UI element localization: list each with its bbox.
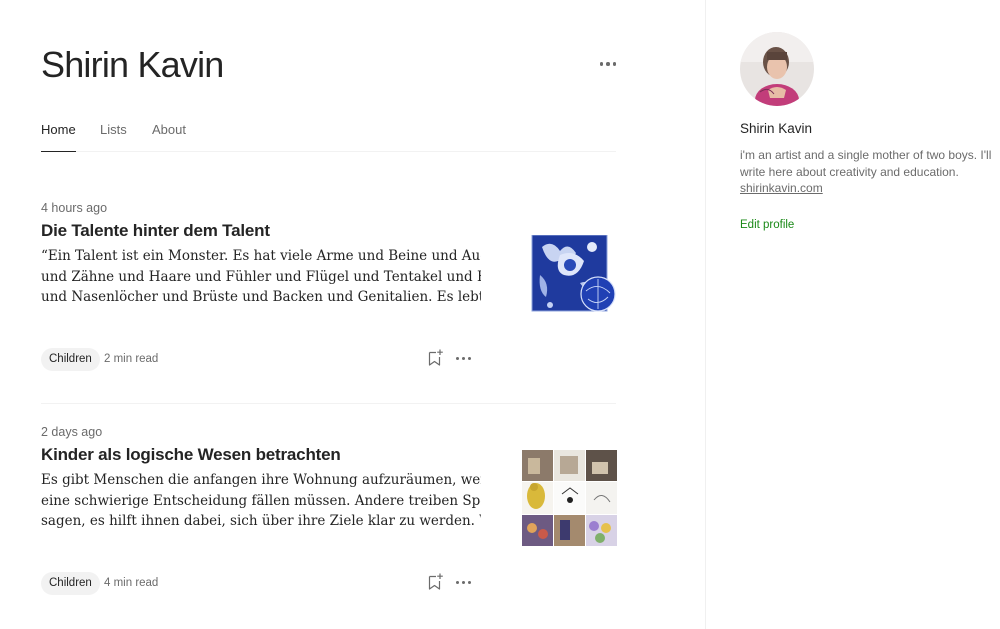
article-tag[interactable]: Children bbox=[41, 572, 100, 595]
bio-line: write here about creativity and educatio… bbox=[740, 164, 959, 179]
excerpt-line: und Nasenlöcher und Brüste und Backen un… bbox=[41, 289, 481, 305]
avatar[interactable] bbox=[740, 32, 814, 106]
tab-lists[interactable]: Lists bbox=[100, 122, 127, 152]
profile-tabs: Home Lists About bbox=[41, 120, 616, 152]
article-excerpt[interactable]: Es gibt Menschen die anfangen ihre Wohnu… bbox=[41, 470, 481, 532]
read-time: 4 min read bbox=[104, 577, 159, 589]
article-card[interactable]: 2 days ago Kinder als logische Wesen bet… bbox=[41, 425, 617, 605]
more-horizontal-icon bbox=[599, 62, 617, 66]
profile-title: Shirin Kavin bbox=[41, 44, 224, 85]
sidebar-profile-name[interactable]: Shirin Kavin bbox=[740, 121, 812, 136]
excerpt-line: eine schwierige Entscheidung fällen müss… bbox=[41, 492, 481, 509]
article-card[interactable]: 4 hours ago Die Talente hinter dem Talen… bbox=[41, 201, 616, 381]
article-excerpt[interactable]: “Ein Talent ist ein Monster. Es hat viel… bbox=[41, 246, 481, 308]
main-content: Shirin Kavin Home Lists About 4 hours ag… bbox=[41, 0, 617, 629]
article-title[interactable]: Kinder als logische Wesen betrachten bbox=[41, 445, 341, 465]
article-timestamp: 4 hours ago bbox=[41, 201, 108, 215]
excerpt-line: “Ein Talent ist ein Monster. Es hat viel… bbox=[41, 248, 481, 264]
article-thumbnail[interactable] bbox=[522, 450, 617, 546]
article-divider bbox=[41, 403, 616, 404]
article-more-button[interactable] bbox=[453, 572, 473, 592]
bio-line: i'm an artist and a single mother of two… bbox=[740, 148, 992, 162]
excerpt-line: sagen, es hilft ihnen dabei, sich über i… bbox=[41, 513, 481, 529]
save-button[interactable] bbox=[425, 348, 445, 368]
profile-bio: i'm an artist and a single mother of two… bbox=[740, 147, 996, 197]
tab-about[interactable]: About bbox=[152, 122, 186, 152]
more-horizontal-icon bbox=[455, 356, 471, 360]
article-timestamp: 2 days ago bbox=[41, 425, 103, 439]
article-more-button[interactable] bbox=[453, 348, 473, 368]
profile-sidebar: Shirin Kavin i'm an artist and a single … bbox=[705, 0, 1000, 629]
article-thumbnail[interactable] bbox=[530, 234, 616, 315]
edit-profile-link[interactable]: Edit profile bbox=[740, 219, 794, 231]
bookmark-plus-icon bbox=[428, 573, 443, 590]
save-button[interactable] bbox=[425, 572, 445, 592]
excerpt-line: Es gibt Menschen die anfangen ihre Wohnu… bbox=[41, 472, 481, 488]
tab-home[interactable]: Home bbox=[41, 122, 76, 152]
more-horizontal-icon bbox=[455, 580, 471, 584]
excerpt-line: und Zähne und Haare und Fühler und Flüge… bbox=[41, 268, 481, 285]
website-link[interactable]: shirinkavin.com bbox=[740, 180, 996, 197]
read-time: 2 min read bbox=[104, 353, 159, 365]
bookmark-plus-icon bbox=[428, 349, 443, 366]
profile-more-button[interactable] bbox=[596, 52, 620, 76]
article-title[interactable]: Die Talente hinter dem Talent bbox=[41, 221, 270, 241]
article-tag[interactable]: Children bbox=[41, 348, 100, 371]
